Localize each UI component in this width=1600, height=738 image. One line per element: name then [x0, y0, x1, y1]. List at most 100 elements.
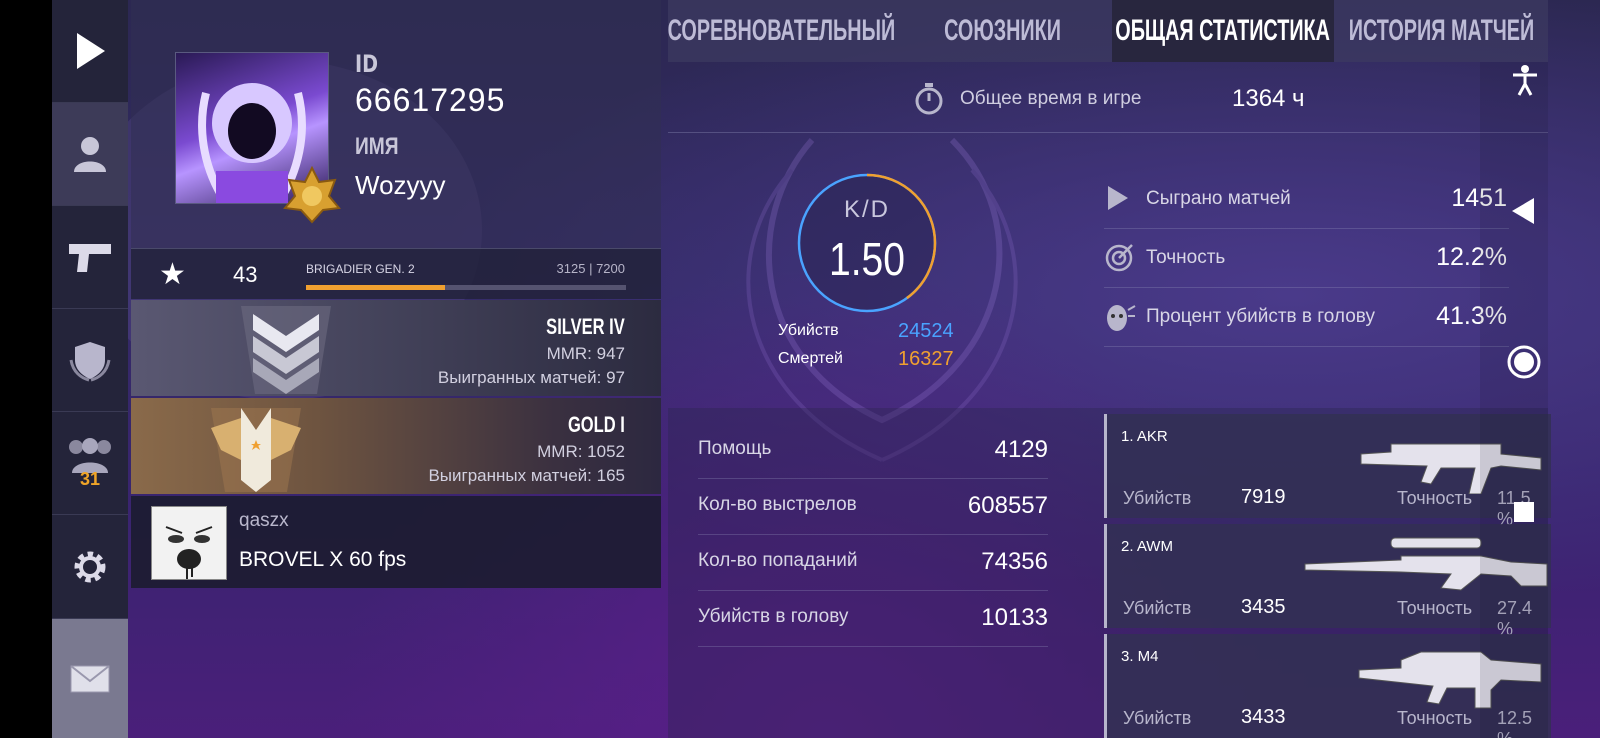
sidebar-item-clan[interactable]	[52, 309, 128, 412]
group-icon	[69, 437, 111, 473]
sidebar-item-mail[interactable]	[52, 619, 128, 738]
tab-bar: СОРЕВНОВАТЕЛЬНЫЙ СОЮЗНИКИ ОБЩАЯ СТАТИСТИ…	[667, 0, 1548, 62]
player-name: Wozyyy	[355, 170, 446, 200]
playtime-label: Общее время в игре	[960, 88, 1142, 109]
profile-header: ID 66617295 ИМЯ Wozyyy	[131, 0, 661, 248]
recents-nav-icon[interactable]	[1512, 500, 1536, 524]
misc-stat-label: Кол-во попаданий	[698, 550, 858, 571]
friends-count: 31	[79, 468, 101, 489]
play-icon	[1108, 186, 1128, 210]
profile-panel: ID 66617295 ИМЯ Wozyyy ★ 43 BRIGADIER GE…	[131, 0, 661, 600]
playtime-row: Общее время в игре 1364 ч	[668, 66, 1548, 133]
sidebar-item-profile[interactable]	[52, 103, 128, 206]
weapon-kills-label: Убийств	[1123, 598, 1192, 618]
misc-stat-label: Кол-во выстрелов	[698, 494, 857, 515]
clan-description: BROVEL X 60 fps	[239, 548, 407, 571]
sidebar: 31	[52, 0, 128, 738]
person-icon	[74, 137, 106, 172]
rank-mmr: MMR: 1052	[537, 442, 625, 461]
silver-chevron-emblem-icon	[241, 306, 331, 394]
level-value: 43	[233, 262, 258, 287]
back-nav-icon[interactable]	[1510, 196, 1536, 226]
stat-row-matches: Сыграно матчей 1451	[1104, 170, 1509, 229]
weapon-name: 3. M4	[1121, 648, 1159, 665]
misc-stat-value: 10133	[981, 604, 1048, 631]
gold-wings-emblem-icon	[211, 408, 301, 492]
clan-avatar	[151, 506, 227, 580]
misc-stat-hits: Кол-во попаданий 74356	[698, 536, 1048, 591]
game-profile-screen: 31 ID 66617295 ИМЯ Wozyyy ★ 43 BRIGADIER…	[0, 0, 1600, 738]
misc-stat-label: Помощь	[698, 438, 772, 459]
xp-progress-fill	[306, 285, 445, 290]
tab-label: ОБЩАЯ СТАТИСТИКА	[1115, 14, 1331, 47]
stat-row-accuracy: Точность 12.2%	[1104, 229, 1509, 288]
rank-wins: Выигранных матчей: 97	[437, 368, 625, 387]
stat-label: Процент убийств в голову	[1146, 306, 1375, 327]
weapon-kills: 3435	[1241, 596, 1286, 618]
stat-label: Точность	[1146, 247, 1226, 268]
home-nav-icon[interactable]	[1506, 344, 1542, 380]
weapon-accuracy-label: Точность	[1397, 488, 1473, 508]
misc-stat-value: 74356	[981, 548, 1048, 575]
rank-title: GOLD I	[568, 412, 625, 437]
clan-avatar-image	[165, 526, 213, 579]
stopwatch-icon	[915, 83, 943, 115]
level-row: ★ 43 BRIGADIER GEN. 2 3125 | 7200	[131, 248, 661, 299]
gear-icon	[74, 551, 106, 582]
stat-row-headshot: Процент убийств в голову 41.3%	[1104, 288, 1509, 347]
envelope-icon	[70, 664, 110, 692]
letterbox-left	[0, 0, 52, 738]
deaths-label: Смертей	[778, 350, 843, 367]
tab-match-history[interactable]: ИСТОРИЯ МАТЧЕЙ	[1334, 0, 1548, 62]
tab-label: ИСТОРИЯ МАТЧЕЙ	[1348, 14, 1534, 47]
weapon-accuracy-label: Точность	[1397, 708, 1473, 728]
weapon-kills-label: Убийств	[1123, 708, 1192, 728]
kills-value: 24524	[898, 320, 954, 342]
weapon-kills: 3433	[1241, 706, 1286, 728]
kills-label: Убийств	[778, 322, 839, 339]
tab-competitive[interactable]: СОРЕВНОВАТЕЛЬНЫЙ	[667, 0, 895, 62]
headshot-icon	[1107, 305, 1136, 331]
id-label: ID	[355, 50, 379, 78]
tab-allies[interactable]: СОЮЗНИКИ	[894, 0, 1112, 62]
sidebar-item-inventory[interactable]	[52, 206, 128, 309]
military-rank-name: BRIGADIER GEN. 2	[306, 262, 415, 276]
sidebar-item-friends[interactable]: 31	[52, 412, 128, 515]
kd-value: 1.50	[828, 233, 906, 285]
misc-stat-headshots: Убийств в голову 10133	[698, 592, 1048, 647]
xp-progress-bar	[306, 285, 626, 290]
pistol-icon	[69, 244, 111, 272]
gold-medal-icon	[283, 166, 341, 224]
misc-stat-value: 608557	[967, 492, 1048, 519]
shield-emblem-icon	[69, 342, 111, 382]
rank-card-gold[interactable]: GOLD I MMR: 1052 Выигранных матчей: 165	[131, 398, 661, 494]
tab-label: СОРЕВНОВАТЕЛЬНЫЙ	[667, 14, 895, 47]
sidebar-item-settings[interactable]	[52, 515, 128, 619]
playtime-value: 1364 ч	[1232, 85, 1305, 112]
rank-wins: Выигранных матчей: 165	[428, 466, 625, 485]
player-id: 66617295	[355, 82, 506, 118]
play-icon	[77, 33, 105, 69]
name-label: ИМЯ	[355, 133, 399, 160]
xp-progress-text: 3125 | 7200	[556, 261, 625, 276]
sidebar-item-play[interactable]	[52, 0, 128, 103]
clan-row[interactable]: qaszx BROVEL X 60 fps	[131, 496, 661, 588]
rank-card-silver[interactable]: SILVER IV MMR: 947 Выигранных матчей: 97	[131, 300, 661, 396]
misc-stat-assists: Помощь 4129	[698, 424, 1048, 479]
stat-label: Сыграно матчей	[1146, 188, 1291, 209]
rank-mmr: MMR: 947	[546, 344, 625, 363]
misc-stat-value: 4129	[994, 436, 1048, 463]
rank-title: SILVER IV	[546, 314, 625, 339]
tab-general-stats[interactable]: ОБЩАЯ СТАТИСТИКА	[1112, 0, 1334, 62]
star-icon: ★	[159, 258, 186, 291]
kd-label: K/D	[843, 196, 890, 223]
misc-stat-shots: Кол-во выстрелов 608557	[698, 480, 1048, 535]
misc-stat-label: Убийств в голову	[698, 606, 849, 627]
accessibility-icon[interactable]	[1510, 64, 1540, 96]
deaths-value: 16327	[898, 348, 954, 370]
weapon-name: 1. AKR	[1121, 428, 1168, 445]
weapon-accuracy-label: Точность	[1397, 598, 1473, 618]
weapon-name: 2. AWM	[1121, 538, 1173, 555]
target-icon	[1105, 244, 1133, 272]
system-overlay-panel	[1480, 62, 1548, 738]
